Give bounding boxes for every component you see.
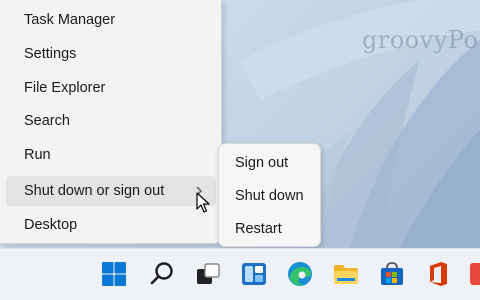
search-icon[interactable] <box>148 260 176 288</box>
menu-item-search[interactable]: Search <box>6 106 216 136</box>
submenu-item-restart[interactable]: Restart <box>223 214 318 244</box>
menu-item-shut-down-or-sign-out[interactable]: Shut down or sign out <box>6 176 216 206</box>
microsoft-store-icon[interactable] <box>378 260 406 288</box>
mouse-pointer-icon <box>196 192 210 213</box>
submenu-item-label: Sign out <box>235 155 289 171</box>
menu-item-run[interactable]: Run <box>6 140 216 170</box>
menu-item-task-manager[interactable]: Task Manager <box>6 5 216 35</box>
submenu-item-label: Shut down <box>235 188 304 204</box>
submenu-item-shut-down[interactable]: Shut down <box>223 181 318 211</box>
submenu-item-label: Restart <box>235 221 282 237</box>
menu-item-label: Desktop <box>24 217 78 233</box>
quick-link-menu: Task Manager Settings File Explorer Sear… <box>0 0 222 244</box>
menu-item-desktop[interactable]: Desktop <box>6 210 216 240</box>
menu-item-label: Shut down or sign out <box>24 183 165 199</box>
menu-item-settings[interactable]: Settings <box>6 39 216 69</box>
menu-item-label: Task Manager <box>24 12 116 28</box>
widgets-icon[interactable] <box>240 260 268 288</box>
watermark-text: groovyPost <box>362 26 480 54</box>
edge-browser-icon[interactable] <box>286 260 314 288</box>
app-icon[interactable] <box>468 260 480 288</box>
menu-item-label: Settings <box>24 46 77 62</box>
windows-start-icon[interactable] <box>100 260 128 288</box>
file-explorer-icon[interactable] <box>332 260 360 288</box>
menu-item-label: File Explorer <box>24 80 106 96</box>
menu-item-label: Search <box>24 113 70 129</box>
submenu-item-sign-out[interactable]: Sign out <box>223 148 318 178</box>
shutdown-submenu: Sign out Shut down Restart <box>218 143 321 247</box>
menu-item-file-explorer[interactable]: File Explorer <box>6 73 216 103</box>
taskbar <box>0 248 480 300</box>
office-icon[interactable] <box>424 260 452 288</box>
menu-item-label: Run <box>24 147 51 163</box>
task-view-icon[interactable] <box>194 260 222 288</box>
